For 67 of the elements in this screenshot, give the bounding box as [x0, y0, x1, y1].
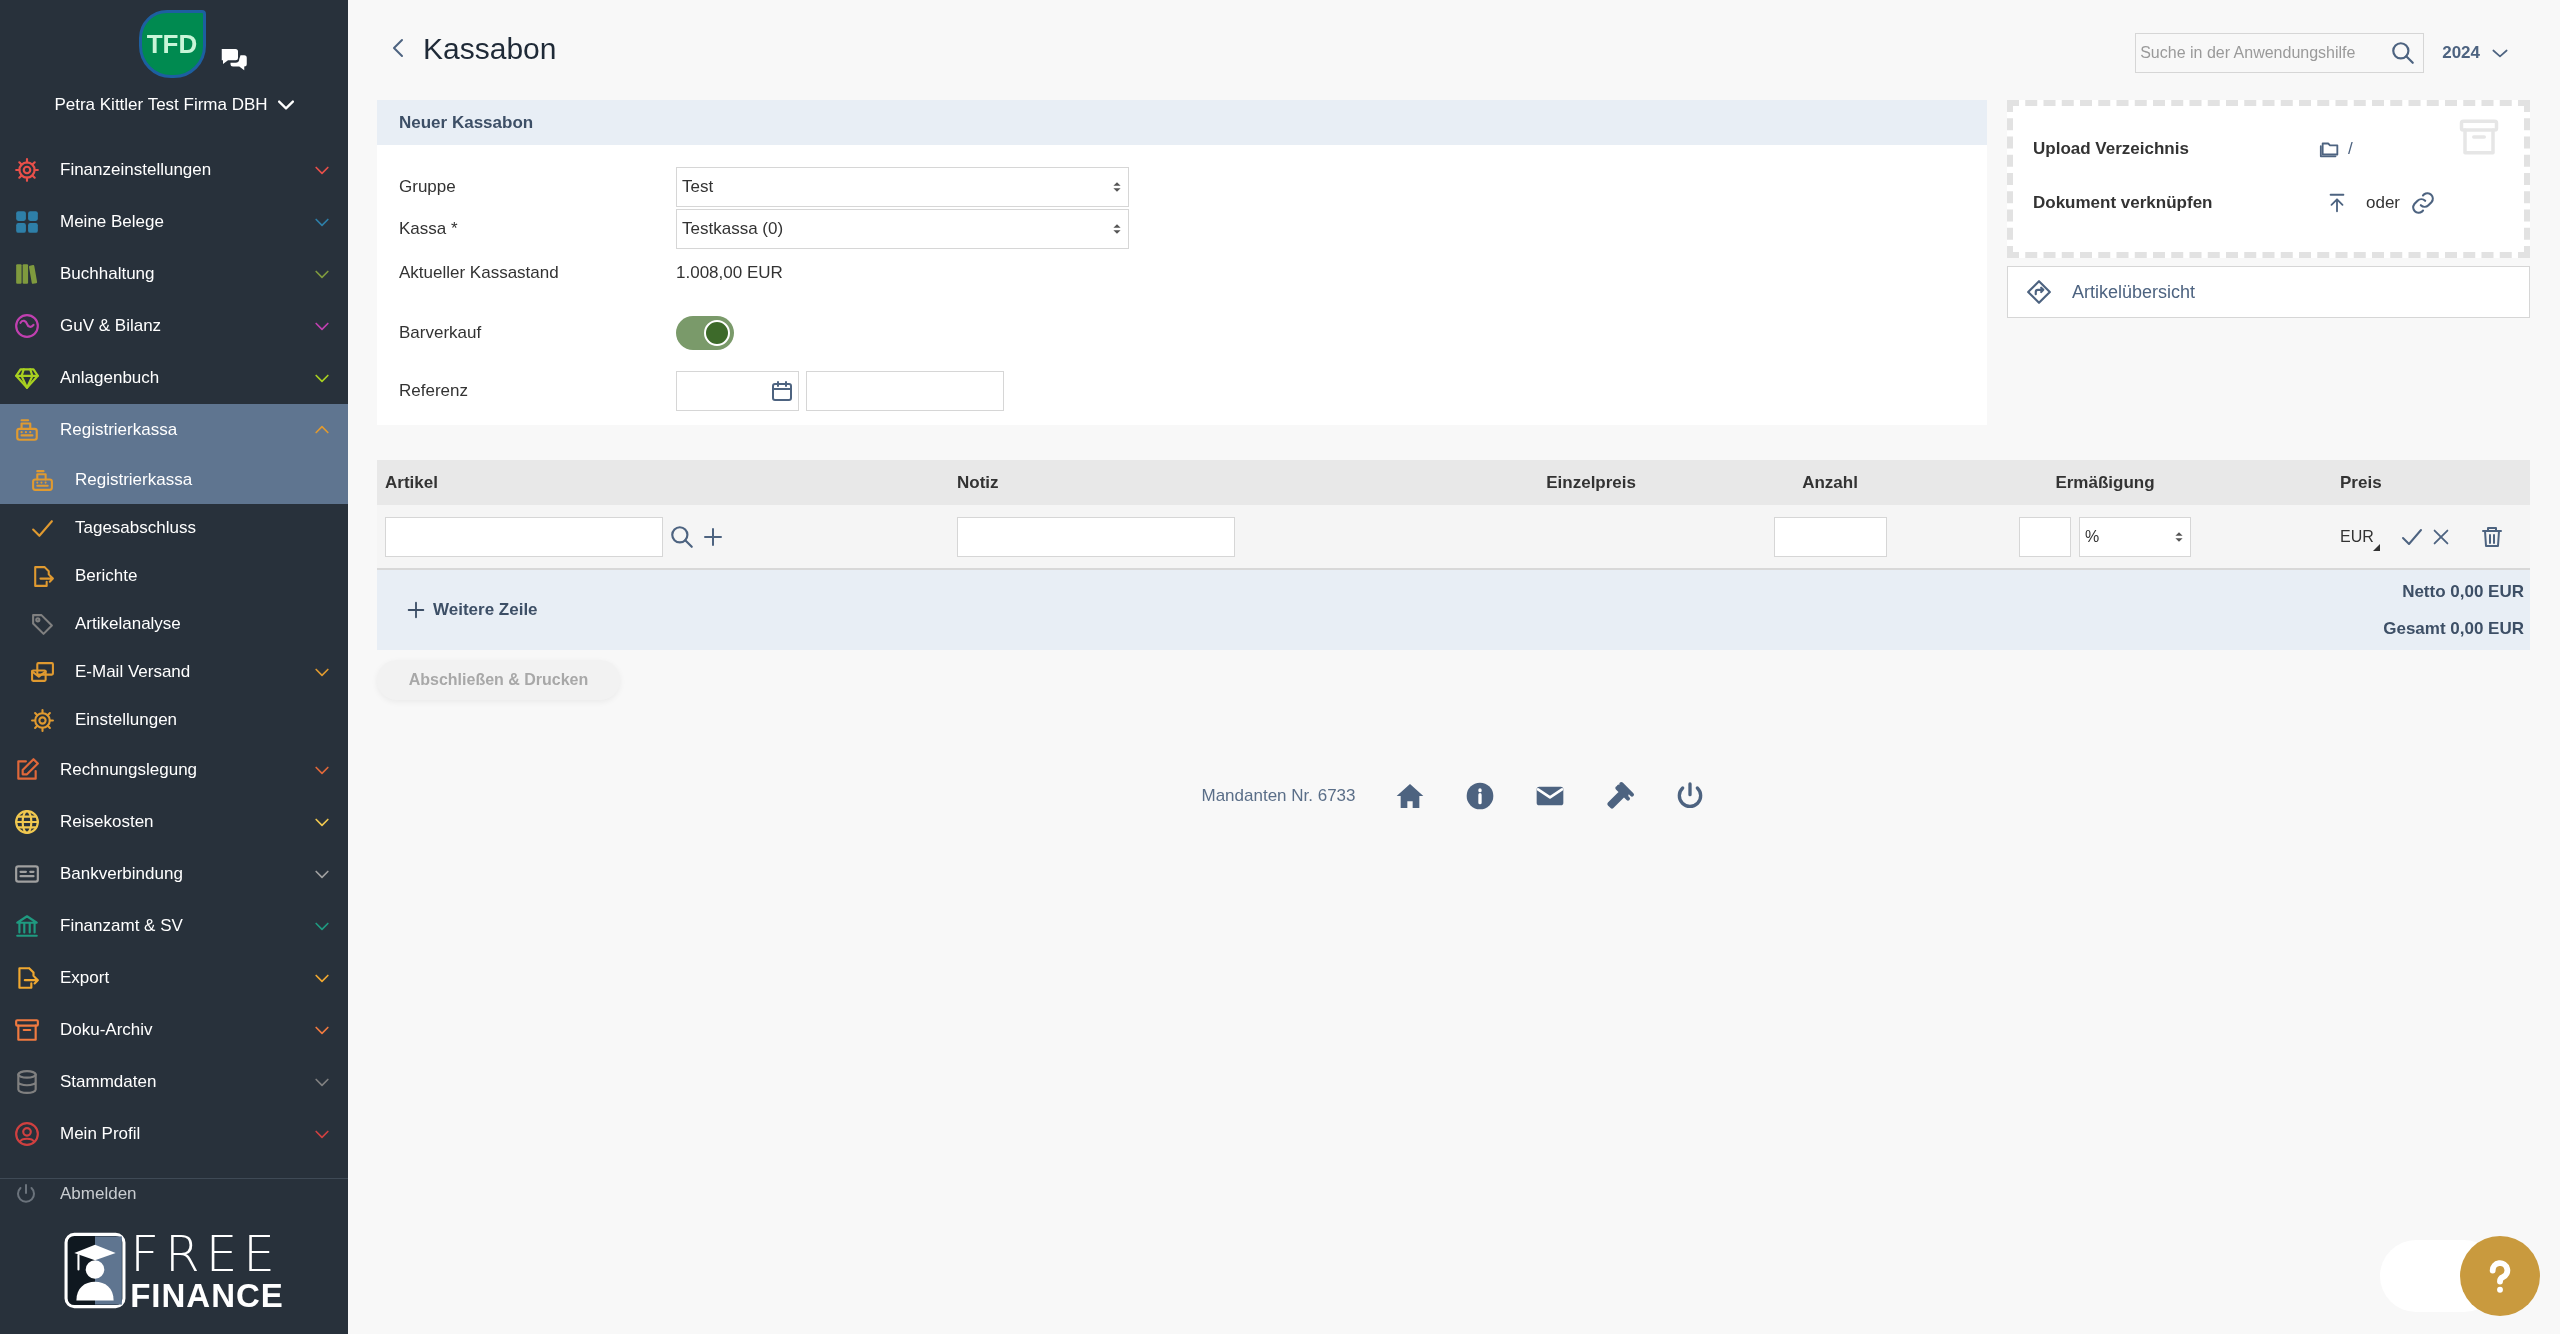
- net-total: Netto 0,00 EUR: [2402, 580, 2524, 603]
- sidebar-item[interactable]: Meine Belege: [0, 196, 348, 248]
- sidebar-item[interactable]: Anlagenbuch: [0, 352, 348, 404]
- directions-icon: [2026, 279, 2052, 305]
- company-dropdown[interactable]: Petra Kittler Test Firma DBH: [54, 92, 294, 118]
- sidebar-subitem[interactable]: Tagesabschluss: [0, 504, 348, 552]
- year-dropdown[interactable]: 2024: [2442, 40, 2510, 66]
- brand-text: FINANCE: [130, 1279, 284, 1312]
- article-field[interactable]: [385, 516, 663, 557]
- select-field[interactable]: Test: [676, 167, 1129, 207]
- corner-icon: [2372, 543, 2380, 551]
- currency-toggle[interactable]: EUR: [2340, 524, 2380, 549]
- article-overview-link[interactable]: Artikelübersicht: [2007, 266, 2530, 318]
- sidebar-subitem[interactable]: E-Mail Versand: [0, 648, 348, 696]
- graduate-logo-icon: [64, 1232, 127, 1309]
- path-text: /: [2348, 138, 2353, 161]
- gross-total: Gesamt 0,00 EUR: [2383, 618, 2524, 640]
- toggle-switch[interactable]: [676, 316, 734, 350]
- quantity-field[interactable]: [1773, 516, 1887, 557]
- sidebar-item[interactable]: Rechnungslegung: [0, 744, 348, 796]
- field-label: Gruppe: [399, 176, 457, 199]
- sidebar-item[interactable]: GuV & Bilanz: [0, 300, 348, 352]
- or-text: oder: [2366, 192, 2401, 215]
- column-header: Anzahl: [1801, 471, 1859, 494]
- discount-unit-select[interactable]: %: [2079, 516, 2191, 557]
- sidebar-item[interactable]: Doku-Archiv: [0, 1004, 348, 1056]
- sidebar-item[interactable]: Finanzeinstellungen: [0, 144, 348, 196]
- plus-icon: [405, 599, 427, 621]
- date-field[interactable]: [676, 371, 799, 411]
- field-label: Aktueller Kassastand: [399, 262, 560, 285]
- client-number: Mandanten Nr. 6733: [1201, 785, 1356, 808]
- field-value: 1.008,00 EUR: [676, 262, 783, 285]
- sidebar-subitem[interactable]: Einstellungen: [0, 696, 348, 744]
- sidebar-item[interactable]: Export: [0, 952, 348, 1004]
- column-header: Artikel: [384, 471, 439, 494]
- field-label: Barverkauf: [399, 322, 483, 345]
- discount-field[interactable]: [2019, 516, 2071, 557]
- sidebar-item[interactable]: Bankverbindung: [0, 848, 348, 900]
- column-header: Einzelpreis: [1545, 471, 1637, 494]
- sidebar-item[interactable]: Reisekosten: [0, 796, 348, 848]
- column-header: Preis: [2339, 471, 2383, 494]
- add-row-button[interactable]: Weitere Zeile: [405, 597, 538, 623]
- company-badge: TFD: [138, 10, 206, 78]
- sidebar-item[interactable]: Finanzamt & SV: [0, 900, 348, 952]
- sidebar-item[interactable]: Buchhaltung: [0, 248, 348, 300]
- select-field[interactable]: Testkassa (0): [676, 208, 1129, 249]
- text-field[interactable]: [806, 371, 1004, 411]
- panel-title: Neuer Kassabon: [399, 111, 534, 134]
- calendar-icon[interactable]: [770, 379, 794, 403]
- chevron-down-icon: [277, 99, 294, 110]
- brand-text: FREE: [130, 1229, 282, 1279]
- field-label: Kassa *: [399, 217, 459, 240]
- upload-label: Dokument verknüpfen: [2033, 192, 2214, 215]
- power-icon: [14, 1181, 38, 1206]
- sidebar-subitem[interactable]: Artikelanalyse: [0, 600, 348, 648]
- sidebar-item[interactable]: Mein Profil: [0, 1108, 348, 1160]
- column-header: Ermäßigung: [2054, 471, 2156, 494]
- sidebar-subitem[interactable]: Berichte: [0, 552, 348, 600]
- search-field[interactable]: Suche in der Anwendungshilfe: [2135, 33, 2425, 73]
- upload-label: Upload Verzeichnis: [2033, 138, 2190, 161]
- search-icon[interactable]: [669, 523, 695, 550]
- sidebar-item[interactable]: Stammdaten: [0, 1056, 348, 1108]
- field-label: Referenz: [399, 380, 469, 403]
- column-header: Notiz: [956, 471, 1000, 494]
- note-field[interactable]: [957, 516, 1235, 557]
- back-link[interactable]: Kassabon: [387, 25, 557, 71]
- search-icon[interactable]: [2390, 40, 2417, 66]
